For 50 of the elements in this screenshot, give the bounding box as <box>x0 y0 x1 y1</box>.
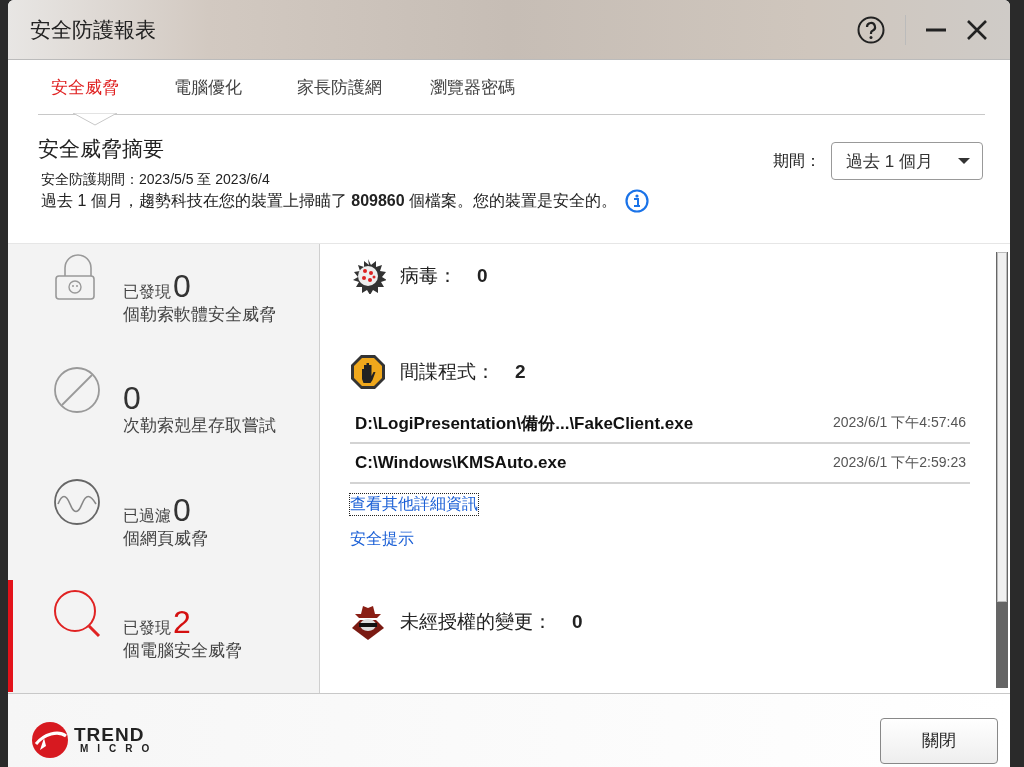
sidebar-item[interactable]: 已過濾 0 個網頁威脅 <box>8 468 319 580</box>
detection-time: 2023/6/1 下午2:59:23 <box>832 454 966 472</box>
category-count: 2 <box>515 361 526 383</box>
category-label: 病毒： <box>400 264 457 288</box>
brand-name: TREND <box>74 725 145 744</box>
tab[interactable]: 家長防護網 <box>297 60 417 114</box>
scrollbar[interactable] <box>996 252 1008 688</box>
window-title: 安全防護報表 <box>30 16 157 43</box>
item-label: 次勒索剋星存取嘗試 <box>123 415 276 437</box>
file-path: C:\Windows\KMSAuto.exe <box>355 453 567 473</box>
tab[interactable]: 瀏覽器密碼 <box>430 60 540 114</box>
brand-logo-icon <box>30 719 70 760</box>
item-prefix: 已過濾 <box>123 506 171 526</box>
blocked-icon <box>53 366 101 414</box>
item-prefix: 已發現 <box>123 282 171 302</box>
detection-time: 2023/6/1 下午4:57:46 <box>832 414 966 432</box>
search-icon <box>53 590 101 638</box>
threat-count: 2 <box>173 606 191 638</box>
item-prefix: 已發現 <box>123 618 171 638</box>
category-label: 未經授權的變更： <box>400 610 552 634</box>
sidebar-item[interactable]: 0 次勒索剋星存取嘗試 <box>8 356 319 468</box>
link[interactable]: 查看其他詳細資訊 <box>350 494 478 515</box>
period-text: 安全防護期間：2023/5/5 至 2023/6/4 <box>41 171 271 189</box>
sidebar-item[interactable]: 已發現0 個勒索軟體安全威脅 <box>8 244 319 356</box>
info-icon[interactable] <box>625 189 650 213</box>
period-label: 期間： <box>773 150 821 171</box>
item-label: 個勒索軟體安全威脅 <box>123 304 276 326</box>
threat-count: 0 <box>173 270 191 302</box>
category-count: 0 <box>477 265 488 287</box>
caret-icon <box>958 158 970 164</box>
category-label: 間諜程式： <box>400 360 495 384</box>
item-label: 個網頁威脅 <box>123 528 208 550</box>
item-label: 個電腦安全威脅 <box>123 640 242 662</box>
scan-summary-text: 過去 1 個月，趨勢科技在您的裝置上掃瞄了 809860 個檔案。您的裝置是安全的。 <box>41 190 618 211</box>
threat-count: 0 <box>123 382 141 414</box>
tab[interactable]: 電腦優化 <box>174 60 284 114</box>
threat-count: 0 <box>173 494 191 526</box>
period-dropdown[interactable]: 過去 1 個月 <box>831 142 983 180</box>
help-icon[interactable] <box>857 15 885 44</box>
brand-name: MICRO <box>80 744 159 754</box>
tab[interactable]: 安全威脅 <box>51 60 161 114</box>
section-heading: 安全威脅摘要 <box>38 136 165 162</box>
stop-hand-icon <box>350 354 386 390</box>
close-button[interactable]: 關閉 <box>880 717 998 764</box>
file-path: D:\LogiPresentation\備份...\FakeClient.exe <box>355 412 694 435</box>
close-icon[interactable] <box>966 18 988 41</box>
wave-icon <box>53 478 101 526</box>
link[interactable]: 安全提示 <box>350 529 414 550</box>
hooded-figure-icon <box>350 604 386 640</box>
category-count: 0 <box>572 611 583 633</box>
